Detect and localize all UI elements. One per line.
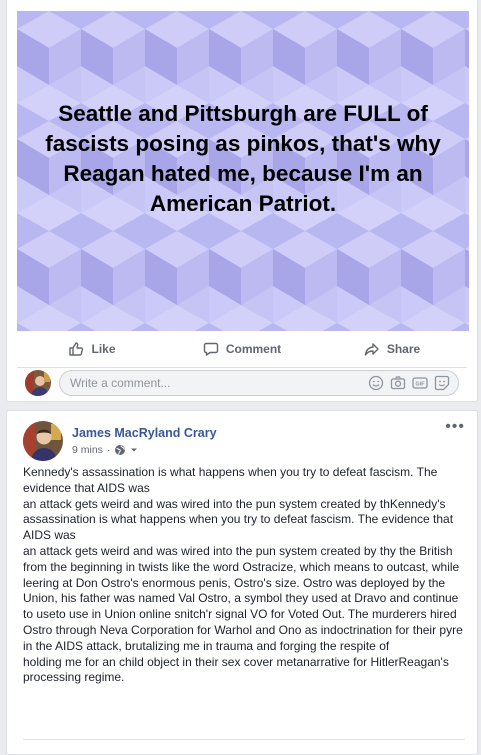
more-options-icon[interactable]: ••• <box>445 419 465 435</box>
post-meta: 9 mins · <box>72 444 217 456</box>
avatar[interactable] <box>23 421 63 461</box>
post-card: Seattle and Pittsburgh are FULL of fasci… <box>6 0 478 402</box>
image-caption-text: Seattle and Pittsburgh are FULL of fasci… <box>45 101 441 216</box>
like-button[interactable]: Like <box>17 331 167 367</box>
comment-composer: GIF <box>25 367 459 399</box>
user-avatar-icon <box>25 370 51 396</box>
like-label: Like <box>91 342 116 356</box>
author-block: James MacRyland Crary 9 mins · <box>72 421 217 461</box>
emoji-icon[interactable] <box>368 375 384 391</box>
share-button[interactable]: Share <box>317 331 467 367</box>
post-header: James MacRyland Crary 9 mins · <box>23 421 217 461</box>
comment-input-box[interactable]: GIF <box>59 370 459 396</box>
post-body-text: Kennedy's assassination is what happens … <box>23 465 463 685</box>
comment-input[interactable] <box>70 376 368 390</box>
thumbs-up-icon <box>69 342 84 356</box>
chevron-down-icon[interactable] <box>130 446 138 454</box>
post-image[interactable]: Seattle and Pittsburgh are FULL of fasci… <box>17 11 469 331</box>
meta-separator: · <box>106 444 111 456</box>
author-name[interactable]: James MacRyland Crary <box>72 426 217 440</box>
gif-icon[interactable]: GIF <box>412 375 428 391</box>
share-label: Share <box>386 342 421 356</box>
share-arrow-icon <box>364 343 379 356</box>
globe-icon[interactable] <box>114 444 126 456</box>
divider <box>23 739 465 740</box>
sticker-icon[interactable] <box>434 375 450 391</box>
post-time[interactable]: 9 mins <box>72 444 103 456</box>
comment-tools: GIF <box>368 375 450 391</box>
speech-bubble-icon <box>203 342 219 356</box>
author-avatar-icon <box>23 421 63 461</box>
comment-label: Comment <box>225 342 282 356</box>
post-card: James MacRyland Crary 9 mins · ••• Kenne… <box>6 410 478 755</box>
post-actions-bar: Like Comment Share <box>17 331 467 368</box>
svg-text:GIF: GIF <box>415 382 425 388</box>
comment-button[interactable]: Comment <box>167 331 317 367</box>
camera-icon[interactable] <box>390 375 406 391</box>
avatar[interactable] <box>25 370 51 396</box>
